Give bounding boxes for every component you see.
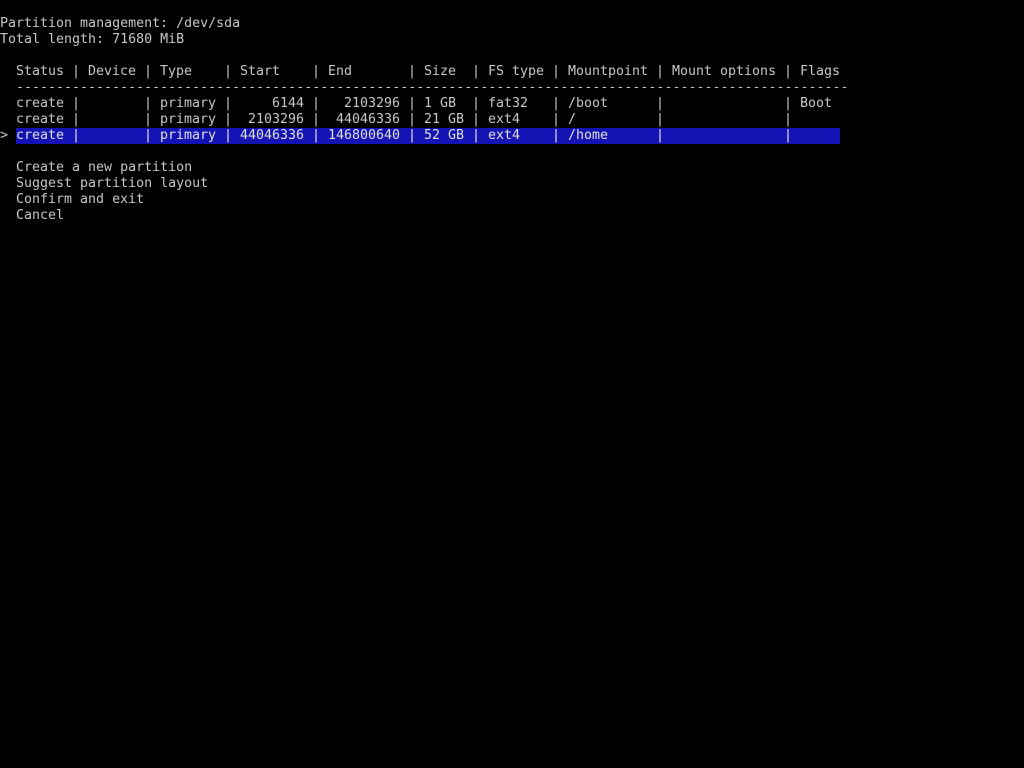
table-row-selected[interactable]: create | | primary | 44046336 | 14680064… bbox=[0, 128, 1024, 144]
row-status: create bbox=[16, 128, 65, 143]
column-separator: | bbox=[656, 96, 665, 111]
row-status: create bbox=[16, 96, 65, 111]
column-separator: | bbox=[408, 128, 417, 143]
column-separator: | bbox=[656, 64, 665, 79]
column-separator: | bbox=[552, 64, 561, 79]
row-status: create bbox=[16, 112, 65, 127]
column-header-type: Type bbox=[160, 64, 193, 79]
row-mountpoint: /boot bbox=[568, 96, 609, 111]
row-type: primary bbox=[160, 96, 217, 111]
column-separator: | bbox=[472, 112, 481, 127]
row-fs-type: ext4 bbox=[488, 128, 521, 143]
row-size: 52 GB bbox=[424, 128, 465, 143]
table-header: Status | Device | Type | Start | End | S… bbox=[0, 64, 1024, 80]
column-separator: | bbox=[312, 112, 321, 127]
terminal-screen: Partition management: /dev/sda Total len… bbox=[0, 0, 1024, 768]
column-separator: | bbox=[552, 96, 561, 111]
table-row[interactable]: create | | primary | 6144 | 2103296 | 1 … bbox=[0, 96, 1024, 112]
column-header-end: End bbox=[328, 64, 353, 79]
column-header-device: Device bbox=[88, 64, 137, 79]
column-separator: | bbox=[784, 96, 793, 111]
menu-item-create-partition[interactable]: Create a new partition bbox=[16, 160, 192, 176]
row-start: 6144 bbox=[271, 96, 304, 111]
column-separator: | bbox=[144, 128, 153, 143]
header-divider: ----------------------------------------… bbox=[16, 80, 848, 95]
total-length: Total length: 71680 MiB bbox=[0, 32, 185, 47]
row-fs-type: fat32 bbox=[488, 96, 529, 111]
column-separator: | bbox=[312, 128, 321, 143]
column-separator: | bbox=[408, 96, 417, 111]
column-separator: | bbox=[224, 112, 233, 127]
column-separator: | bbox=[472, 64, 481, 79]
column-separator: | bbox=[312, 64, 321, 79]
row-type: primary bbox=[160, 112, 217, 127]
row-end: 44046336 bbox=[335, 112, 400, 127]
column-separator: | bbox=[656, 112, 665, 127]
row-fs-type: ext4 bbox=[488, 112, 521, 127]
page-title: Partition management: /dev/sda bbox=[0, 16, 241, 31]
column-header-mount-options: Mount options bbox=[672, 64, 777, 79]
column-separator: | bbox=[144, 112, 153, 127]
menu-item-confirm-exit[interactable]: Confirm and exit bbox=[16, 192, 144, 208]
column-header-start: Start bbox=[240, 64, 281, 79]
row-start: 2103296 bbox=[247, 112, 304, 127]
row-mountpoint: / bbox=[568, 112, 577, 127]
column-separator: | bbox=[144, 96, 153, 111]
column-header-size: Size bbox=[424, 64, 457, 79]
column-separator: | bbox=[408, 64, 417, 79]
column-separator: | bbox=[72, 112, 81, 127]
column-separator: | bbox=[224, 128, 233, 143]
column-header-mountpoint: Mountpoint bbox=[568, 64, 649, 79]
column-separator: | bbox=[144, 64, 153, 79]
column-separator: | bbox=[472, 96, 481, 111]
column-separator: | bbox=[784, 112, 793, 127]
column-separator: | bbox=[224, 64, 233, 79]
column-header-fs-type: FS type bbox=[488, 64, 545, 79]
column-header-status: Status bbox=[16, 64, 65, 79]
column-separator: | bbox=[552, 128, 561, 143]
row-end: 2103296 bbox=[343, 96, 400, 111]
row-size: 1 GB bbox=[424, 96, 457, 111]
row-flags: Boot bbox=[800, 96, 833, 111]
column-separator: | bbox=[656, 128, 665, 143]
column-separator: | bbox=[72, 96, 81, 111]
row-start: 44046336 bbox=[240, 128, 305, 143]
column-separator: | bbox=[312, 96, 321, 111]
row-size: 21 GB bbox=[424, 112, 465, 127]
column-separator: | bbox=[784, 64, 793, 79]
column-separator: | bbox=[72, 64, 81, 79]
menu-item-cancel[interactable]: Cancel bbox=[16, 208, 64, 224]
row-end: 146800640 bbox=[328, 128, 401, 143]
column-separator: | bbox=[72, 128, 81, 143]
column-separator: | bbox=[472, 128, 481, 143]
column-separator: | bbox=[552, 112, 561, 127]
menu-item-suggest-layout[interactable]: Suggest partition layout bbox=[16, 176, 208, 192]
column-separator: | bbox=[224, 96, 233, 111]
column-separator: | bbox=[784, 128, 793, 143]
row-mountpoint: /home bbox=[568, 128, 609, 143]
table-row[interactable]: create | | primary | 2103296 | 44046336 … bbox=[0, 112, 1024, 128]
column-header-flags: Flags bbox=[800, 64, 841, 79]
row-type: primary bbox=[160, 128, 217, 143]
column-separator: | bbox=[408, 112, 417, 127]
